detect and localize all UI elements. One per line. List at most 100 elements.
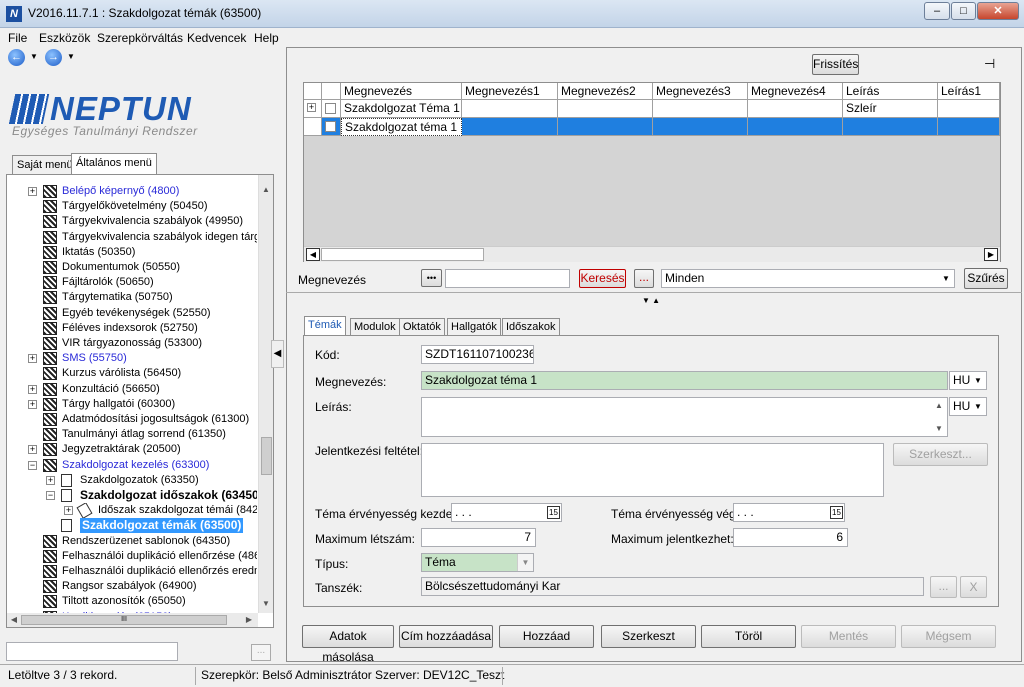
tree-item[interactable]: Egyéb tevékenységek (52550) xyxy=(7,306,257,321)
tree-item[interactable]: Rangsor szabályok (64900) xyxy=(7,579,257,594)
tree-item[interactable]: VIR tárgyazonosság (53300) xyxy=(7,336,257,351)
calendar-icon[interactable]: 15 xyxy=(547,506,560,519)
tab-oktatok[interactable]: Oktatók xyxy=(399,318,445,336)
expand-icon[interactable]: + xyxy=(46,475,55,485)
menu-file[interactable]: File xyxy=(8,31,27,45)
application-condition-field[interactable] xyxy=(421,443,884,497)
close-icon[interactable]: ✕ xyxy=(977,2,1019,20)
tree-item[interactable]: Szakdolgozat témák (63500) xyxy=(7,518,257,534)
scroll-right-icon[interactable]: ▶ xyxy=(984,248,998,261)
scroll-up-icon[interactable]: ▲ xyxy=(934,401,944,410)
expand-icon[interactable]: + xyxy=(28,445,37,455)
tree-item[interactable]: Felhasználói duplikáció ellenőrzés eredm… xyxy=(7,564,257,579)
forward-icon[interactable]: → xyxy=(45,49,62,66)
filter-select[interactable]: Minden xyxy=(661,269,955,288)
menu-role-switch[interactable]: Szerepkörváltás xyxy=(97,31,183,45)
search-options-button[interactable]: ••• xyxy=(421,269,442,287)
scroll-down-icon[interactable]: ▼ xyxy=(934,424,944,433)
maximize-icon[interactable]: □ xyxy=(951,2,976,20)
tree-item-label[interactable]: Tárgyekvivalencia szabályok (49950) xyxy=(62,214,243,229)
calendar-icon[interactable]: 15 xyxy=(830,506,843,519)
edit-condition-button[interactable]: Szerkeszt... xyxy=(893,443,988,466)
tree-item-label[interactable]: Belépő képernyő (4800) xyxy=(62,184,179,199)
grid-header-leiras[interactable]: Leírás xyxy=(843,83,938,100)
row-checkbox[interactable] xyxy=(325,103,336,114)
chevron-down-icon[interactable]: ▼ xyxy=(970,372,986,389)
scroll-left-icon[interactable]: ◀ xyxy=(10,615,18,624)
collapse-left-panel-icon[interactable]: ◀ xyxy=(271,340,284,368)
valid-from-field[interactable]: . . . xyxy=(451,503,562,522)
collapse-icon[interactable]: − xyxy=(28,460,37,470)
menu-search-button[interactable]: ... xyxy=(251,644,271,661)
back-dropdown-icon[interactable]: ▼ xyxy=(30,52,38,61)
tree-item[interactable]: + Jegyzetraktárak (20500) xyxy=(7,442,257,457)
table-cell[interactable] xyxy=(462,100,558,118)
table-cell[interactable] xyxy=(558,100,653,118)
department-clear-button[interactable]: X xyxy=(960,576,987,598)
tree-item-label[interactable]: Felhasználói duplikáció ellenőrzése (486… xyxy=(62,549,257,564)
tree-item[interactable]: Féléves indexsorok (52750) xyxy=(7,321,257,336)
tree-vscroll-thumb[interactable] xyxy=(261,437,272,475)
cancel-button[interactable]: Mégsem xyxy=(901,625,996,648)
tree-item-label[interactable]: VIR tárgyazonosság (53300) xyxy=(62,336,202,351)
tree-item[interactable]: Fájltárolók (50650) xyxy=(7,275,257,290)
search-button[interactable]: Keresés xyxy=(579,269,626,288)
add-address-button[interactable]: Cím hozzáadása xyxy=(399,625,493,648)
grid-hscroll-thumb[interactable] xyxy=(321,248,484,261)
chevron-down-icon[interactable]: ▼ xyxy=(517,554,533,571)
tree-item-label[interactable]: Féléves indexsorok (52750) xyxy=(62,321,198,336)
tree-item-label[interactable]: Szakdolgozatok (63350) xyxy=(80,473,199,488)
table-cell[interactable] xyxy=(843,118,938,136)
tree-item[interactable]: + Belépő képernyő (4800) xyxy=(7,184,257,199)
tab-temak[interactable]: Témák xyxy=(304,316,346,336)
tree-item-label[interactable]: Dokumentumok (50550) xyxy=(62,260,180,275)
tree-item-label[interactable]: Egyéb tevékenységek (52550) xyxy=(62,306,211,321)
tree-item-label[interactable]: Rangsor szabályok (64900) xyxy=(62,579,197,594)
table-cell[interactable] xyxy=(558,118,653,136)
row-checkbox-cell[interactable] xyxy=(322,118,341,136)
tree-item[interactable]: + SMS (55750) xyxy=(7,351,257,366)
search-input[interactable] xyxy=(445,269,570,288)
tree-item[interactable]: + Tárgy hallgatói (60300) xyxy=(7,397,257,412)
forward-dropdown-icon[interactable]: ▼ xyxy=(67,52,75,61)
copy-data-button[interactable]: Adatok másolása xyxy=(302,625,394,664)
tree-item-label[interactable]: Szakdolgozat időszakok (63450) xyxy=(80,488,257,503)
tree-item[interactable]: Tiltott azonosítók (65050) xyxy=(7,594,257,609)
menu-tools[interactable]: Eszközök xyxy=(39,31,90,45)
collapse-icon[interactable]: − xyxy=(46,491,55,500)
tree-hscroll-thumb[interactable]: III xyxy=(21,615,227,625)
max-headcount-field[interactable]: 7 xyxy=(421,528,536,547)
chevron-down-icon[interactable]: ▼ xyxy=(938,270,954,287)
refresh-button[interactable]: Frissítés xyxy=(812,54,859,75)
tree-item-label[interactable]: Kurzus várólista (56450) xyxy=(62,366,181,381)
add-button[interactable]: Hozzáad xyxy=(499,625,594,648)
tree-item[interactable]: Rendszerüzenet sablonok (64350) xyxy=(7,534,257,549)
tab-modulok[interactable]: Modulok xyxy=(350,318,400,336)
grid-header-megnevezes4[interactable]: Megnevezés4 xyxy=(748,83,843,100)
department-select-button[interactable]: ... xyxy=(930,576,957,598)
table-cell[interactable] xyxy=(938,118,1000,136)
tree-item-label[interactable]: Tanulmányi átlag sorrend (61350) xyxy=(62,427,226,442)
tree-item-label[interactable]: Tárgytematika (50750) xyxy=(62,290,173,305)
save-button[interactable]: Mentés xyxy=(801,625,896,648)
tree-item-label[interactable]: Időszak szakdolgozat témái (84200) xyxy=(98,503,257,518)
tree-item-label[interactable]: Konzultáció (56650) xyxy=(62,382,160,397)
tree-item-label[interactable]: Tárgy hallgatói (60300) xyxy=(62,397,175,412)
table-row-expander[interactable]: + xyxy=(304,100,322,118)
table-cell[interactable] xyxy=(653,100,748,118)
tree-item[interactable]: Tárgytematika (50750) xyxy=(7,290,257,305)
tree-item[interactable]: Tárgyekvivalencia szabályok idegen tárgy… xyxy=(7,230,257,245)
tree-item-label[interactable]: Rendszerüzenet sablonok (64350) xyxy=(62,534,230,549)
tree-item[interactable]: + Konzultáció (56650) xyxy=(7,382,257,397)
tree-vscroll[interactable]: ▲ ▼ xyxy=(258,175,273,613)
expand-icon[interactable]: + xyxy=(28,384,37,394)
tree-item[interactable]: Felhasználói duplikáció ellenőrzése (486… xyxy=(7,549,257,564)
scroll-right-icon[interactable]: ▶ xyxy=(245,615,253,624)
scroll-down-icon[interactable]: ▼ xyxy=(261,599,271,608)
tree-hscroll[interactable]: ◀ III ▶ xyxy=(7,613,258,627)
table-cell[interactable]: Szakdolgozat Téma 1 KK xyxy=(341,100,462,118)
valid-to-field[interactable]: . . . xyxy=(733,503,845,522)
tab-hallgatok[interactable]: Hallgatók xyxy=(447,318,501,336)
expand-icon[interactable]: + xyxy=(64,506,73,516)
pin-icon[interactable]: ⊣ xyxy=(984,56,995,72)
